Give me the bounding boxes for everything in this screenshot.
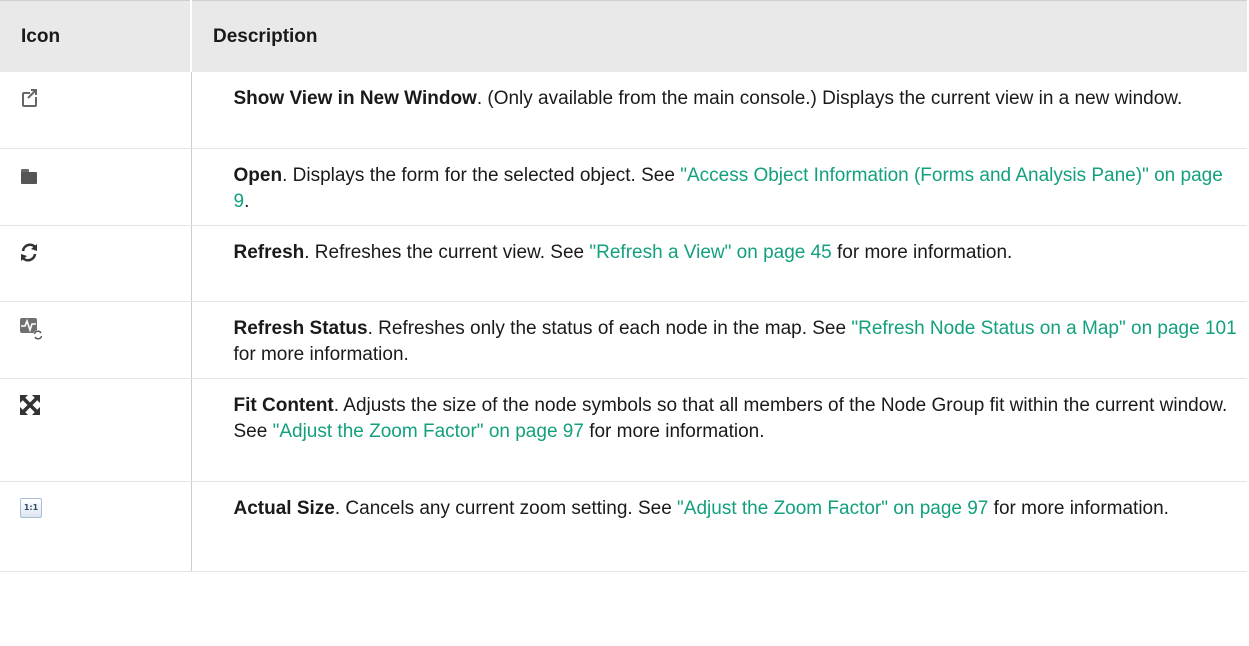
description-suffix: for more information. — [831, 241, 1013, 263]
icon-description-table: Icon Description Show View in New Window… — [0, 0, 1247, 572]
folder-open-icon — [19, 165, 43, 189]
term-label: Refresh — [233, 241, 305, 263]
actual-size-icon: 1:1 — [19, 497, 43, 521]
table-row: Refresh. Refreshes the current view. See… — [0, 225, 1247, 302]
table-row: Fit Content. Adjusts the size of the nod… — [0, 378, 1247, 482]
new-window-icon — [19, 87, 43, 111]
description-suffix: for more information. — [233, 343, 409, 365]
cross-reference-link[interactable]: "Refresh a View" on page 45 — [589, 242, 831, 263]
icon-cell — [0, 301, 192, 379]
term-label: Fit Content — [233, 394, 334, 416]
description-text: . (Only available from the main console.… — [476, 88, 1183, 109]
table-header-row: Icon Description — [0, 0, 1247, 72]
icon-cell — [0, 72, 192, 149]
icon-cell: 1:1 — [0, 481, 192, 572]
refresh-status-icon — [19, 316, 43, 340]
description-cell: Refresh Status. Refreshes only the statu… — [191, 301, 1247, 379]
table-row: Show View in New Window. (Only available… — [0, 72, 1247, 149]
description-text: . Cancels any current zoom setting. See — [334, 497, 678, 519]
term-label: Refresh Status — [233, 317, 368, 339]
icon-cell — [0, 148, 192, 226]
description-cell: Fit Content. Adjusts the size of the nod… — [191, 378, 1247, 482]
column-header-description: Description — [190, 0, 1247, 72]
term-label: Open — [233, 164, 283, 186]
description-suffix: for more information. — [583, 420, 765, 442]
term-label: Actual Size — [233, 497, 335, 519]
fit-content-icon — [19, 394, 43, 418]
icon-cell — [0, 378, 192, 482]
description-cell: Open. Displays the form for the selected… — [191, 148, 1247, 226]
cross-reference-link[interactable]: "Refresh Node Status on a Map" on page 1… — [851, 318, 1236, 339]
refresh-icon — [19, 241, 43, 265]
description-suffix: for more information. — [988, 497, 1169, 519]
cross-reference-link[interactable]: "Adjust the Zoom Factor" on page 97 — [273, 421, 584, 442]
column-header-icon: Icon — [0, 0, 191, 72]
actual-size-icon-label: 1:1 — [20, 497, 42, 518]
description-text: . Refreshes the current view. See — [304, 241, 590, 263]
table-row: Refresh Status. Refreshes only the statu… — [0, 301, 1247, 379]
icon-cell — [0, 225, 192, 302]
description-suffix: . — [244, 190, 250, 212]
table-row: Open. Displays the form for the selected… — [0, 148, 1247, 226]
description-text: . Displays the form for the selected obj… — [282, 164, 681, 186]
cross-reference-link[interactable]: "Adjust the Zoom Factor" on page 97 — [677, 498, 988, 519]
description-text: . Refreshes only the status of each node… — [367, 317, 852, 339]
term-label: Show View in New Window — [233, 88, 477, 109]
description-cell: Show View in New Window. (Only available… — [191, 72, 1247, 149]
description-cell: Refresh. Refreshes the current view. See… — [191, 225, 1247, 302]
description-cell: Actual Size. Cancels any current zoom se… — [191, 481, 1247, 572]
table-row: 1:1 Actual Size. Cancels any current zoo… — [0, 481, 1247, 572]
